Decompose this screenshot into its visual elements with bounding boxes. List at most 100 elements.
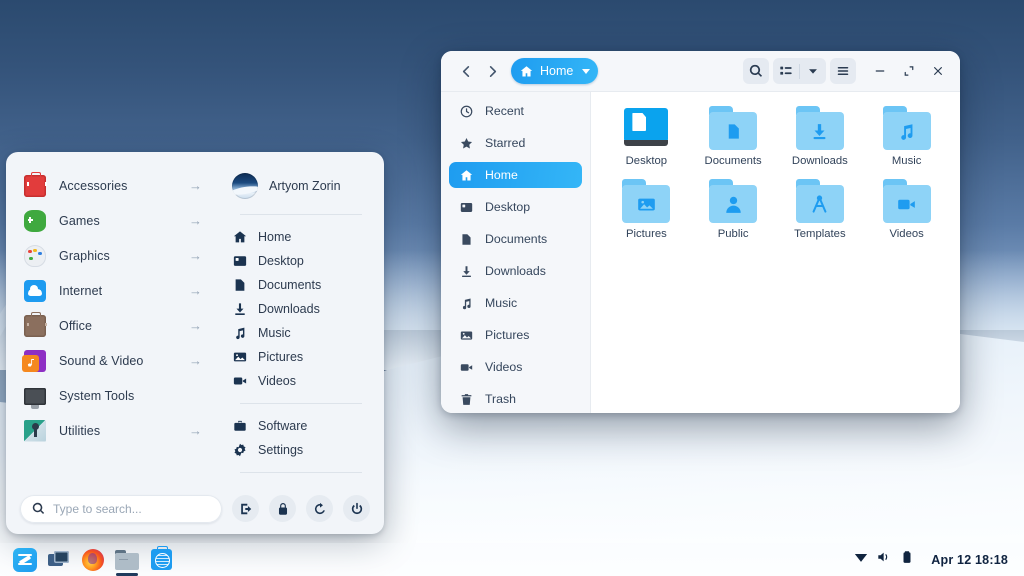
path-breadcrumb-home[interactable]: Home (511, 58, 599, 84)
file-item-downloads[interactable]: Downloads (777, 106, 864, 167)
document-icon (459, 232, 474, 247)
wifi-icon[interactable] (854, 550, 868, 569)
menu-category-sound-video[interactable]: Sound & Video → (16, 343, 210, 378)
sidebar-item-recent[interactable]: Recent (449, 98, 582, 124)
user-account-row[interactable]: Artyom Zorin (226, 168, 372, 204)
chevron-down-icon (809, 69, 817, 74)
menu-category-internet[interactable]: Internet → (16, 273, 210, 308)
menu-place-music[interactable]: Music (226, 321, 372, 345)
main-menu-button[interactable] (830, 58, 856, 84)
file-label: Desktop (625, 155, 668, 167)
sidebar-item-home[interactable]: Home (449, 162, 582, 188)
minimize-button[interactable] (868, 59, 892, 83)
menu-place-home[interactable]: Home (226, 225, 372, 249)
chevron-right-icon: → (189, 353, 202, 368)
menu-place-downloads[interactable]: Downloads (226, 297, 372, 321)
file-item-public[interactable]: Public (690, 179, 777, 240)
chevron-right-icon: → (189, 318, 202, 333)
sidebar-item-starred[interactable]: Starred (449, 130, 582, 156)
search-button[interactable] (743, 58, 769, 84)
lock-icon (278, 502, 287, 515)
menu-category-system-tools[interactable]: System Tools (16, 378, 210, 413)
zorin-menu-button[interactable] (10, 545, 40, 574)
sidebar-item-music[interactable]: Music (449, 290, 582, 316)
start-menu[interactable]: Accessories → Games → Graphics → Interne… (6, 152, 384, 534)
place-label: Videos (258, 374, 296, 388)
file-item-music[interactable]: Music (863, 106, 950, 167)
document-glyph (632, 113, 647, 131)
show-desktop-button[interactable] (44, 545, 74, 574)
maximize-button[interactable] (897, 59, 921, 83)
menu-place-videos[interactable]: Videos (226, 369, 372, 393)
category-label: System Tools (59, 388, 135, 403)
lock-button[interactable] (269, 495, 296, 522)
cloud-blue-icon (24, 279, 46, 302)
search-placeholder: Type to search... (53, 501, 142, 516)
view-toggle-button[interactable] (773, 58, 799, 84)
hamburger-menu-icon (837, 66, 849, 76)
place-label: Home (258, 230, 292, 244)
music-note-icon (883, 112, 931, 150)
menu-place-documents[interactable]: Documents (226, 273, 372, 297)
file-item-templates[interactable]: Templates (777, 179, 864, 240)
close-button[interactable] (926, 59, 950, 83)
menu-category-office[interactable]: Office → (16, 308, 210, 343)
desktop-icon (232, 253, 248, 269)
sidebar-item-trash[interactable]: Trash (449, 386, 582, 412)
sidebar-item-downloads[interactable]: Downloads (449, 258, 582, 284)
minimize-icon (875, 70, 885, 72)
category-label: Accessories (59, 178, 128, 193)
forward-arrow-icon (489, 65, 496, 77)
search-input[interactable]: Type to search... (20, 494, 222, 523)
shutdown-button[interactable] (343, 495, 370, 522)
video-camera-icon (459, 360, 474, 375)
folder-icon (882, 179, 931, 223)
menu-divider-1 (240, 214, 362, 215)
back-button[interactable] (453, 58, 479, 84)
file-grid: Desktop Documents Downloads Music Pictur… (603, 106, 950, 240)
category-label: Utilities (59, 423, 101, 438)
monitor-screen (624, 108, 669, 142)
place-label: Downloads (258, 302, 320, 316)
view-options-button[interactable] (800, 58, 826, 84)
menu-category-accessories[interactable]: Accessories → (16, 168, 210, 203)
sidebar-label: Starred (485, 136, 526, 150)
menu-link-settings[interactable]: Settings (226, 438, 372, 462)
sidebar-item-desktop[interactable]: Desktop (449, 194, 582, 220)
music-note-icon (232, 325, 248, 341)
software-button[interactable] (146, 545, 176, 574)
forward-button[interactable] (479, 58, 505, 84)
category-label: Games (59, 213, 100, 228)
chevron-down-icon[interactable] (582, 68, 591, 74)
files-button[interactable] (112, 545, 142, 576)
sidebar-item-pictures[interactable]: Pictures (449, 322, 582, 348)
zorin-logo-icon (13, 547, 37, 572)
sidebar-label: Trash (485, 392, 516, 406)
taskbar-clock[interactable]: Apr 12 18:18 (931, 553, 1008, 567)
file-item-desktop[interactable]: Desktop (603, 106, 690, 167)
file-label: Templates (794, 228, 846, 240)
menu-category-games[interactable]: Games → (16, 203, 210, 238)
file-manager-window[interactable]: Home Recent Starred Home Desktop Documen… (441, 51, 960, 413)
speaker-icon[interactable] (877, 550, 891, 569)
taskbar[interactable]: Apr 12 18:18 (0, 543, 1024, 576)
firefox-button[interactable] (78, 545, 108, 574)
category-label: Graphics (59, 248, 110, 263)
sidebar-item-videos[interactable]: Videos (449, 354, 582, 380)
menu-divider-3 (240, 472, 362, 473)
restart-button[interactable] (306, 495, 333, 522)
menu-place-desktop[interactable]: Desktop (226, 249, 372, 273)
sidebar-item-documents[interactable]: Documents (449, 226, 582, 252)
battery-icon[interactable] (900, 550, 914, 569)
menu-link-software[interactable]: Software (226, 414, 372, 438)
folder-icon (795, 106, 844, 150)
menu-category-utilities[interactable]: Utilities → (16, 413, 210, 448)
file-item-pictures[interactable]: Pictures (603, 179, 690, 240)
chevron-right-icon: → (189, 248, 202, 263)
logout-button[interactable] (232, 495, 259, 522)
menu-place-pictures[interactable]: Pictures (226, 345, 372, 369)
menu-category-graphics[interactable]: Graphics → (16, 238, 210, 273)
file-item-videos[interactable]: Videos (863, 179, 950, 240)
picture-icon (622, 185, 670, 223)
file-item-documents[interactable]: Documents (690, 106, 777, 167)
